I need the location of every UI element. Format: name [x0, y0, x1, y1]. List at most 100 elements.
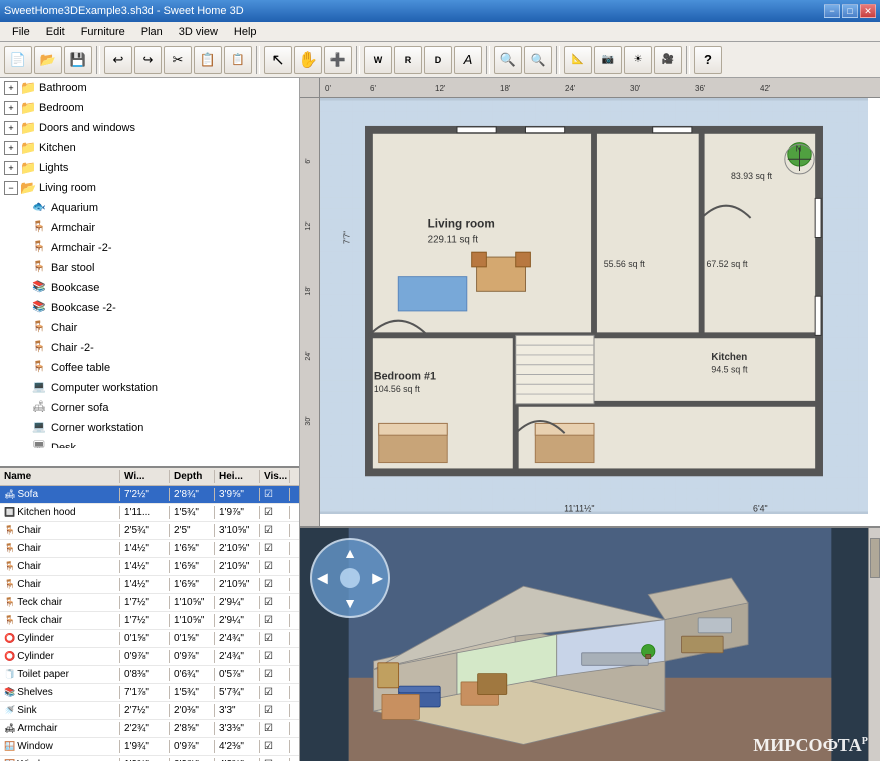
nav-left-arrow[interactable]: ◀: [317, 570, 328, 587]
category-bathroom[interactable]: + 📁 Bathroom: [0, 78, 299, 98]
category-bedroom[interactable]: + 📁 Bedroom: [0, 98, 299, 118]
row-cy2-vis[interactable]: ☑: [260, 650, 290, 663]
menu-help[interactable]: Help: [226, 24, 265, 40]
room-tool[interactable]: R: [394, 46, 422, 74]
row-c2-vis[interactable]: ☑: [260, 542, 290, 555]
list-row-sofa[interactable]: 🛋 Sofa 7'2½" 2'8¾" 3'9⅝" ☑: [0, 486, 299, 504]
col-header-width[interactable]: Wi...: [120, 470, 170, 483]
view-3d[interactable]: ▲ ▼ ◀ ▶ МИРСОФТАРУ: [300, 528, 880, 761]
3d-view-btn[interactable]: 📷: [594, 46, 622, 74]
tree-item-barstool[interactable]: 🪑 Bar stool: [0, 258, 299, 278]
menu-3dview[interactable]: 3D view: [171, 24, 226, 40]
add-furniture[interactable]: ➕: [324, 46, 352, 74]
copy-button[interactable]: 📋: [194, 46, 222, 74]
expand-bathroom[interactable]: +: [4, 81, 18, 95]
list-row-chair4[interactable]: 🪑 Chair 1'4½" 1'6⅝" 2'10⅝" ☑: [0, 576, 299, 594]
paste-button[interactable]: 📋: [224, 46, 252, 74]
expand-kitchen[interactable]: +: [4, 141, 18, 155]
row-sofa-vis[interactable]: ☑: [260, 488, 290, 501]
nav-up-arrow[interactable]: ▲: [343, 545, 357, 561]
list-row-cylinder1[interactable]: ⭕ Cylinder 0'1⅝" 0'1⅝" 2'4¾" ☑: [0, 630, 299, 648]
zoom-out[interactable]: 🔍: [524, 46, 552, 74]
row-c1-vis[interactable]: ☑: [260, 524, 290, 537]
tree-item-cornersofa[interactable]: 🛋 Corner sofa: [0, 398, 299, 418]
tree-item-computer[interactable]: 💻 Computer workstation: [0, 378, 299, 398]
maximize-button[interactable]: □: [842, 4, 858, 18]
dimension-tool[interactable]: D: [424, 46, 452, 74]
tree-item-armchair[interactable]: 🪑 Armchair: [0, 218, 299, 238]
row-tc2-vis[interactable]: ☑: [260, 614, 290, 627]
cut-button[interactable]: ✂: [164, 46, 192, 74]
tree-item-bookcase[interactable]: 📚 Bookcase: [0, 278, 299, 298]
category-lights[interactable]: + 📁 Lights: [0, 158, 299, 178]
row-c4-vis[interactable]: ☑: [260, 578, 290, 591]
row-w1-vis[interactable]: ☑: [260, 740, 290, 753]
list-row-armchair[interactable]: 🛋 Armchair 2'2¾" 2'8⅝" 3'3⅜" ☑: [0, 720, 299, 738]
nav-down-arrow[interactable]: ▼: [343, 595, 357, 611]
row-tc1-vis[interactable]: ☑: [260, 596, 290, 609]
expand-doors[interactable]: +: [4, 121, 18, 135]
list-row-teckchair1[interactable]: 🪑 Teck chair 1'7½" 1'10⅝" 2'9¼" ☑: [0, 594, 299, 612]
tree-item-armchair2[interactable]: 🪑 Armchair -2-: [0, 238, 299, 258]
menu-edit[interactable]: Edit: [38, 24, 73, 40]
minimize-button[interactable]: −: [824, 4, 840, 18]
expand-livingroom[interactable]: −: [4, 181, 18, 195]
text-tool[interactable]: A: [454, 46, 482, 74]
undo-button[interactable]: ↩: [104, 46, 132, 74]
sunlight-btn[interactable]: ☀: [624, 46, 652, 74]
row-sink-vis[interactable]: ☑: [260, 704, 290, 717]
help-btn[interactable]: ?: [694, 46, 722, 74]
open-button[interactable]: 📂: [34, 46, 62, 74]
menu-plan[interactable]: Plan: [133, 24, 171, 40]
list-row-window1[interactable]: 🪟 Window 1'9¾" 0'9⅞" 4'2⅜" ☑: [0, 738, 299, 756]
list-row-cylinder2[interactable]: ⭕ Cylinder 0'9⅞" 0'9⅞" 2'4¾" ☑: [0, 648, 299, 666]
floor-plan[interactable]: 6' 12' 18' 24' 30' 36' 42' 0' 6' 12' 18': [300, 78, 880, 528]
tree-item-coffeetable[interactable]: 🪑 Coffee table: [0, 358, 299, 378]
tree-item-chair2[interactable]: 🪑 Chair -2-: [0, 338, 299, 358]
menu-furniture[interactable]: Furniture: [73, 24, 133, 40]
list-row-teckchair2[interactable]: 🪑 Teck chair 1'7½" 1'10⅝" 2'9¼" ☑: [0, 612, 299, 630]
category-livingroom[interactable]: − 📂 Living room: [0, 178, 299, 198]
list-row-chair3[interactable]: 🪑 Chair 1'4½" 1'6⅝" 2'10⅝" ☑: [0, 558, 299, 576]
select-tool[interactable]: ↖: [264, 46, 292, 74]
pan-tool[interactable]: ✋: [294, 46, 322, 74]
nav-right-arrow[interactable]: ▶: [372, 570, 383, 587]
expand-bedroom[interactable]: +: [4, 101, 18, 115]
new-button[interactable]: 📄: [4, 46, 32, 74]
fp-content[interactable]: Living room 229.11 sq ft Bedroom #1 104.…: [320, 98, 868, 514]
category-kitchen[interactable]: + 📁 Kitchen: [0, 138, 299, 158]
redo-button[interactable]: ↪: [134, 46, 162, 74]
row-tp-vis[interactable]: ☑: [260, 668, 290, 681]
col-header-name[interactable]: Name: [0, 470, 120, 483]
menu-file[interactable]: File: [4, 24, 38, 40]
close-button[interactable]: ✕: [860, 4, 876, 18]
row-cy1-vis[interactable]: ☑: [260, 632, 290, 645]
video-btn[interactable]: 🎥: [654, 46, 682, 74]
tree-item-aquarium[interactable]: 🐟 Aquarium: [0, 198, 299, 218]
list-row-toiletpaper[interactable]: 🧻 Toilet paper 0'8⅜" 0'6¾" 0'5⅞" ☑: [0, 666, 299, 684]
row-sh-vis[interactable]: ☑: [260, 686, 290, 699]
list-row-kitchenhood[interactable]: 🔲 Kitchen hood 1'11... 1'5¾" 1'9⅞" ☑: [0, 504, 299, 522]
category-doors[interactable]: + 📁 Doors and windows: [0, 118, 299, 138]
col-header-height[interactable]: Hei...: [215, 470, 260, 483]
list-row-chair2[interactable]: 🪑 Chair 1'4½" 1'6⅝" 2'10⅝" ☑: [0, 540, 299, 558]
expand-lights[interactable]: +: [4, 161, 18, 175]
3d-scrollbar-v[interactable]: [868, 528, 880, 761]
col-header-depth[interactable]: Depth: [170, 470, 215, 483]
row-kh-vis[interactable]: ☑: [260, 506, 290, 519]
tree-item-bookcase2[interactable]: 📚 Bookcase -2-: [0, 298, 299, 318]
tree-item-cornerwork[interactable]: 💻 Corner workstation: [0, 418, 299, 438]
tree-item-desk[interactable]: 🖥 Desk: [0, 438, 299, 448]
zoom-in[interactable]: 🔍: [494, 46, 522, 74]
row-c3-vis[interactable]: ☑: [260, 560, 290, 573]
list-row-shelves[interactable]: 📚 Shelves 7'1⅞" 1'5¾" 5'7¾" ☑: [0, 684, 299, 702]
col-header-vis[interactable]: Vis...: [260, 470, 290, 483]
list-row-sink[interactable]: 🚿 Sink 2'7½" 2'0⅜" 3'3" ☑: [0, 702, 299, 720]
tree-content[interactable]: + 📁 Bathroom + 📁 Bedroom + 📁 Doors and w…: [0, 78, 299, 448]
plan-view[interactable]: 📐: [564, 46, 592, 74]
list-row-window2[interactable]: 🪟 Window 1'9¾" 0'9⅞" 4'2⅜" ☑: [0, 756, 299, 761]
list-row-chair1[interactable]: 🪑 Chair 2'5¾" 2'5" 3'10⅝" ☑: [0, 522, 299, 540]
3d-scrollbar-thumb[interactable]: [870, 538, 880, 578]
list-content[interactable]: 🛋 Sofa 7'2½" 2'8¾" 3'9⅝" ☑ 🔲 Kitchen hoo…: [0, 486, 299, 761]
save-button[interactable]: 💾: [64, 46, 92, 74]
